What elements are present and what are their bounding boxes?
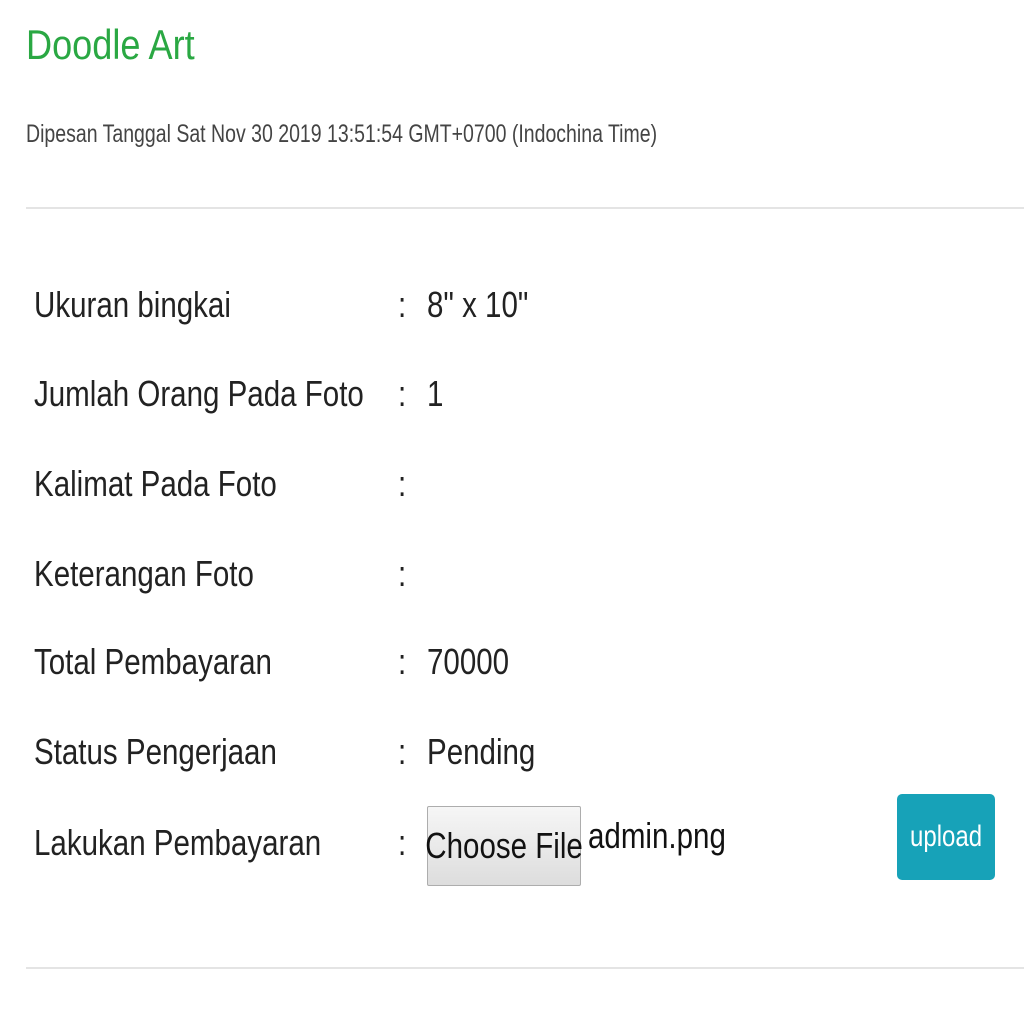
people-count-label: Jumlah Orang Pada Foto — [34, 373, 364, 414]
detail-row-work-status: Status Pengerjaan : Pending — [34, 729, 1024, 779]
bottom-divider — [26, 967, 1024, 969]
people-count-colon: : — [398, 373, 407, 414]
upload-button-label: upload — [909, 820, 983, 853]
frame-size-value: 8" x 10" — [427, 284, 529, 325]
top-divider — [26, 207, 1024, 209]
detail-row-photo-sentence: Kalimat Pada Foto : — [34, 461, 1024, 511]
photo-description-label: Keterangan Foto — [34, 553, 254, 594]
photo-sentence-label: Kalimat Pada Foto — [34, 463, 277, 504]
frame-size-colon: : — [398, 284, 407, 325]
product-title: Doodle Art — [26, 21, 195, 68]
choose-file-button[interactable]: Choose File — [425, 806, 583, 886]
total-payment-value: 70000 — [427, 641, 510, 682]
work-status-label: Status Pengerjaan — [34, 731, 277, 772]
photo-sentence-colon: : — [398, 463, 407, 504]
work-status-value: Pending — [427, 731, 536, 772]
photo-description-colon: : — [398, 553, 407, 594]
order-date-text: Dipesan Tanggal Sat Nov 30 2019 13:51:54… — [26, 120, 658, 148]
selected-file-name: admin.png — [588, 815, 726, 856]
work-status-colon: : — [398, 731, 407, 772]
frame-size-label: Ukuran bingkai — [34, 284, 231, 325]
payment-upload-row: Lakukan Pembayaran : Choose File admin.p… — [34, 794, 1024, 886]
choose-file-label: Choose File — [425, 825, 583, 866]
total-payment-label: Total Pembayaran — [34, 641, 272, 682]
make-payment-label: Lakukan Pembayaran — [34, 822, 322, 863]
people-count-value: 1 — [427, 373, 444, 414]
make-payment-colon: : — [398, 822, 407, 863]
detail-row-frame-size: Ukuran bingkai : 8" x 10" — [34, 282, 1024, 332]
detail-row-total-payment: Total Pembayaran : 70000 — [34, 639, 1024, 689]
total-payment-colon: : — [398, 641, 407, 682]
upload-button[interactable]: upload — [897, 794, 995, 880]
detail-row-people-count: Jumlah Orang Pada Foto : 1 — [34, 371, 1024, 421]
order-detail-page: Doodle Art Dipesan Tanggal Sat Nov 30 20… — [0, 0, 1024, 1024]
detail-row-photo-description: Keterangan Foto : — [34, 551, 1024, 601]
